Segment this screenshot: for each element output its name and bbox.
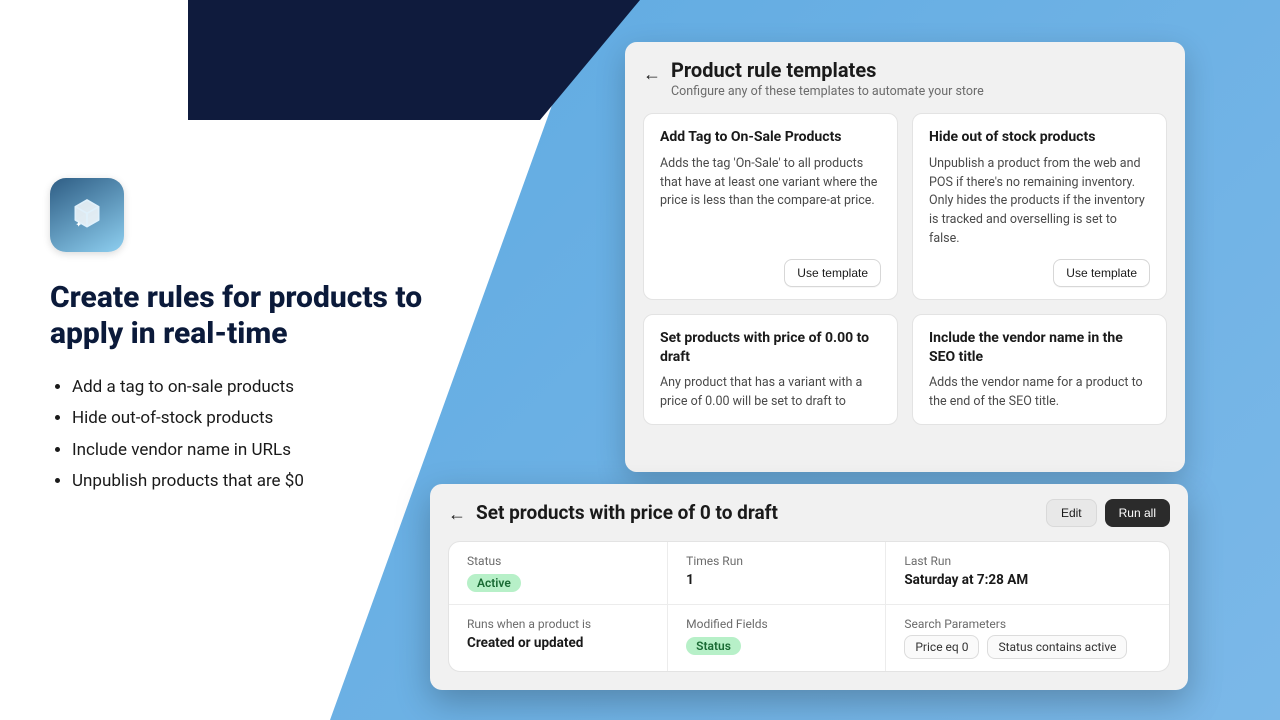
- templates-panel: ← Product rule templates Configure any o…: [625, 42, 1185, 472]
- cell-label: Last Run: [904, 554, 1151, 568]
- template-card-title: Set products with price of 0.00 to draft: [660, 329, 881, 367]
- search-param-chip: Status contains active: [987, 635, 1127, 659]
- detail-actions: Edit Run all: [1046, 499, 1170, 527]
- template-card-title: Include the vendor name in the SEO title: [929, 329, 1150, 367]
- bullet-item: Add a tag to on-sale products: [72, 372, 430, 403]
- search-params-row: Price eq 0 Status contains active: [904, 635, 1151, 659]
- template-card-desc: Adds the vendor name for a product to th…: [929, 374, 1150, 412]
- templates-title: Product rule templates: [671, 58, 984, 82]
- templates-grid: Add Tag to On-Sale Products Adds the tag…: [643, 113, 1167, 425]
- template-card[interactable]: Set products with price of 0.00 to draft…: [643, 314, 898, 425]
- runs-when-cell: Runs when a product is Created or update…: [449, 605, 667, 671]
- bullet-item: Include vendor name in URLs: [72, 435, 430, 466]
- app-icon: [50, 178, 124, 252]
- detail-header: ← Set products with price of 0 to draft …: [448, 498, 1170, 527]
- marketing-bullets: Add a tag to on-sale products Hide out-o…: [50, 372, 430, 498]
- templates-subtitle: Configure any of these templates to auto…: [671, 84, 984, 99]
- rule-detail-panel: ← Set products with price of 0 to draft …: [430, 484, 1188, 690]
- back-arrow-icon[interactable]: ←: [448, 498, 466, 527]
- edit-button[interactable]: Edit: [1046, 499, 1097, 527]
- back-arrow-icon[interactable]: ←: [643, 58, 661, 87]
- marketing-block: Create rules for products to apply in re…: [50, 178, 430, 498]
- template-card-title: Add Tag to On-Sale Products: [660, 128, 881, 147]
- detail-info-card: Status Active Times Run 1 Last Run Satur…: [448, 541, 1170, 672]
- cell-label: Modified Fields: [686, 617, 867, 631]
- template-card-desc: Unpublish a product from the web and POS…: [929, 155, 1150, 249]
- modified-fields-cell: Modified Fields Status: [667, 605, 885, 671]
- search-param-chip: Price eq 0: [904, 635, 979, 659]
- cell-label: Times Run: [686, 554, 867, 568]
- last-run-cell: Last Run Saturday at 7:28 AM: [885, 542, 1169, 604]
- search-params-cell: Search Parameters Price eq 0 Status cont…: [885, 605, 1169, 671]
- run-all-button[interactable]: Run all: [1105, 499, 1170, 527]
- template-card[interactable]: Include the vendor name in the SEO title…: [912, 314, 1167, 425]
- marketing-headline: Create rules for products to apply in re…: [50, 280, 430, 352]
- cube-sparkle-icon: [67, 195, 107, 235]
- use-template-button[interactable]: Use template: [1053, 259, 1150, 287]
- cell-value: 1: [686, 572, 867, 588]
- template-card-desc: Adds the tag 'On-Sale' to all products t…: [660, 155, 881, 249]
- info-row: Status Active Times Run 1 Last Run Satur…: [449, 542, 1169, 604]
- template-card[interactable]: Add Tag to On-Sale Products Adds the tag…: [643, 113, 898, 300]
- template-card[interactable]: Hide out of stock products Unpublish a p…: [912, 113, 1167, 300]
- status-badge: Active: [467, 574, 521, 592]
- bullet-item: Hide out-of-stock products: [72, 403, 430, 434]
- modified-field-badge: Status: [686, 637, 741, 655]
- cell-value: Saturday at 7:28 AM: [904, 572, 1151, 588]
- status-cell: Status Active: [449, 542, 667, 604]
- bullet-item: Unpublish products that are $0: [72, 466, 430, 497]
- detail-title: Set products with price of 0 to draft: [476, 501, 1036, 524]
- use-template-button[interactable]: Use template: [784, 259, 881, 287]
- info-row: Runs when a product is Created or update…: [449, 604, 1169, 671]
- cell-label: Runs when a product is: [467, 617, 649, 631]
- cell-label: Search Parameters: [904, 617, 1151, 631]
- template-card-desc: Any product that has a variant with a pr…: [660, 374, 881, 412]
- cell-label: Status: [467, 554, 649, 568]
- cell-value: Created or updated: [467, 635, 649, 651]
- templates-header: ← Product rule templates Configure any o…: [643, 58, 1167, 99]
- template-card-title: Hide out of stock products: [929, 128, 1150, 147]
- times-run-cell: Times Run 1: [667, 542, 885, 604]
